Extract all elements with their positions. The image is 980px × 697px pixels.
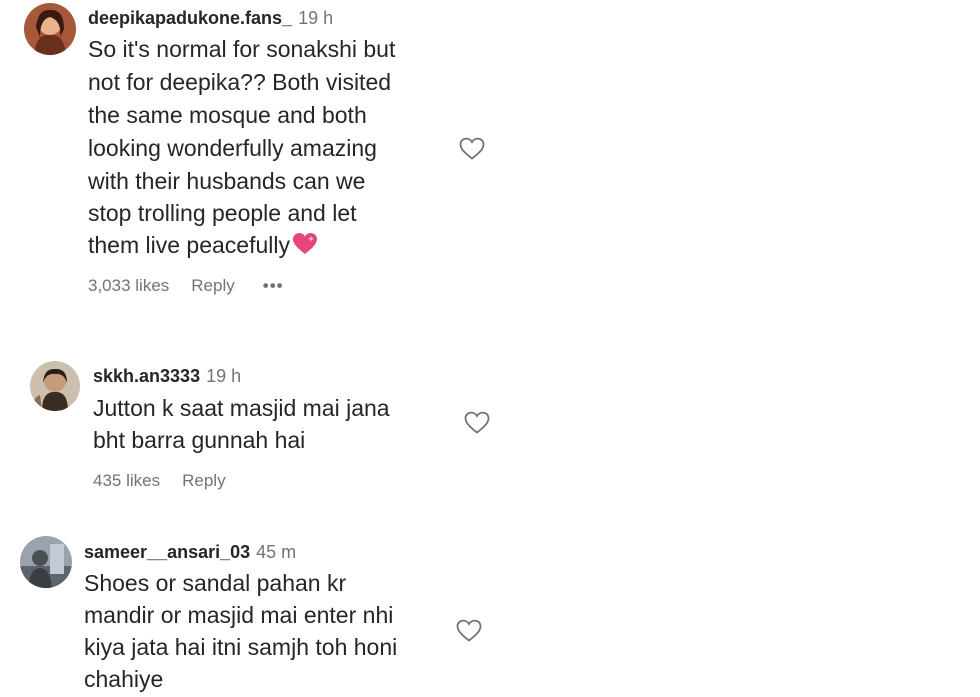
avatar[interactable] bbox=[30, 361, 80, 411]
heart-sparkle-emoji-icon bbox=[292, 232, 318, 256]
comment-text-line: Jutton k saat masjid mai jana bbox=[93, 395, 390, 421]
timestamp: 19 h bbox=[298, 8, 334, 28]
timestamp: 19 h bbox=[206, 366, 242, 386]
comment-item: skkh.an3333 19 h Jutton k saat masjid mai… bbox=[0, 355, 520, 505]
username[interactable]: skkh.an3333 bbox=[93, 366, 200, 386]
heart-outline-icon bbox=[456, 619, 482, 642]
comment-header: sameer__ansari_03 45 m bbox=[84, 542, 296, 563]
heart-outline-icon bbox=[464, 411, 490, 434]
like-count[interactable]: 435 likes bbox=[93, 471, 160, 491]
comment-text-line: bht barra gunnah hai bbox=[93, 427, 306, 453]
comment-text-line: with their husbands can we bbox=[88, 168, 366, 194]
more-options-icon[interactable]: ••• bbox=[263, 276, 284, 296]
username[interactable]: sameer__ansari_03 bbox=[84, 542, 250, 562]
comment-text-line: mandir or masjid mai enter nhi bbox=[84, 602, 394, 628]
comment-header: skkh.an3333 19 h bbox=[93, 366, 241, 387]
avatar[interactable] bbox=[24, 3, 76, 55]
like-count[interactable]: 3,033 likes bbox=[88, 276, 169, 296]
comment-item: deepikapadukone.fans_ 19 h So it's normal… bbox=[0, 0, 520, 320]
like-button[interactable] bbox=[459, 137, 485, 161]
comment-text-line: chahiye bbox=[84, 666, 164, 692]
reply-button[interactable]: Reply bbox=[182, 471, 225, 491]
comment-text-line: looking wonderfully amazing bbox=[88, 135, 377, 161]
comment-text-line: So it's normal for sonakshi but bbox=[88, 36, 396, 62]
like-button[interactable] bbox=[464, 411, 490, 435]
comment-meta: 435 likes Reply bbox=[93, 471, 226, 491]
heart-outline-icon bbox=[459, 137, 485, 160]
timestamp: 45 m bbox=[256, 542, 297, 562]
comment-text-line-last: them live peacefully bbox=[88, 232, 318, 259]
comment-text-line: not for deepika?? Both visited bbox=[88, 69, 392, 95]
like-button[interactable] bbox=[456, 619, 482, 643]
comments-panel: deepikapadukone.fans_ 19 h So it's normal… bbox=[0, 0, 980, 697]
comment-header: deepikapadukone.fans_ 19 h bbox=[88, 8, 333, 29]
comment-item: sameer__ansari_03 45 m Shoes or sandal pa… bbox=[0, 530, 520, 697]
avatar[interactable] bbox=[20, 536, 72, 588]
comment-meta: 3,033 likes Reply ••• bbox=[88, 276, 284, 296]
comment-text-line: kiya jata hai itni samjh toh honi bbox=[84, 634, 398, 660]
reply-button[interactable]: Reply bbox=[191, 276, 234, 296]
username[interactable]: deepikapadukone.fans_ bbox=[88, 8, 292, 28]
comment-text-line: the same mosque and both bbox=[88, 102, 367, 128]
comment-text: them live peacefully bbox=[88, 232, 290, 258]
comment-text-line: Shoes or sandal pahan kr bbox=[84, 570, 347, 596]
comment-text-line: stop trolling people and let bbox=[88, 200, 357, 226]
